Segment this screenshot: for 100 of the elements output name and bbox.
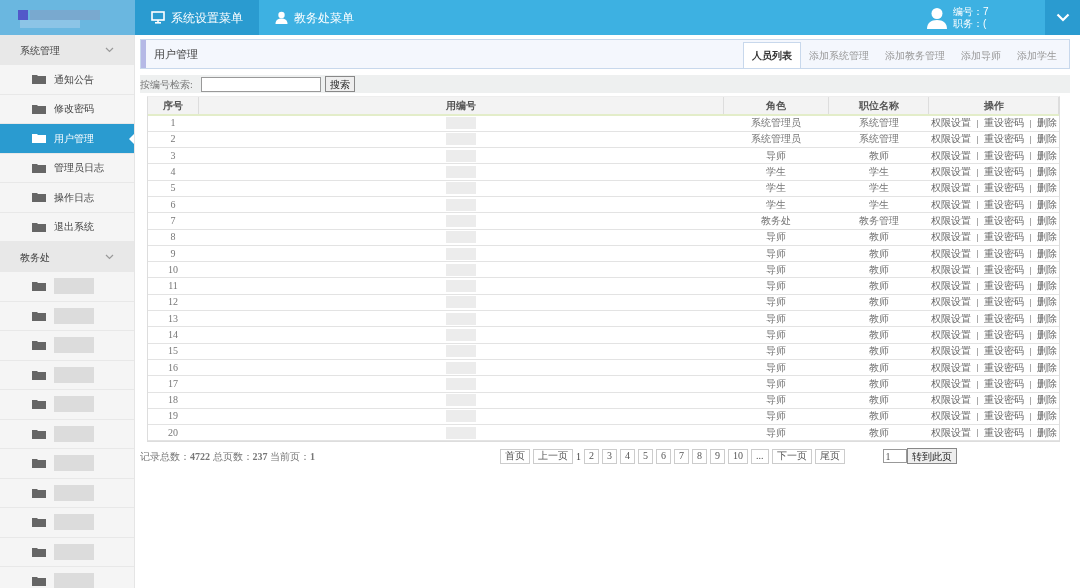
table-cell: 导师 [723,375,829,393]
action-link[interactable]: 权限设置 [930,133,971,145]
page-button[interactable]: 6 [656,448,671,464]
action-link[interactable]: 权限设置 [930,247,971,259]
action-link[interactable]: 权限设置 [930,329,971,340]
action-link[interactable]: 重设密码 [983,117,1024,129]
action-link[interactable]: 删除 [1036,149,1057,161]
page-button[interactable]: 上一页 [533,448,573,464]
action-link[interactable]: 重设密码 [983,296,1024,308]
action-link[interactable]: 重设密码 [983,231,1024,243]
page-button[interactable]: 7 [674,448,689,464]
sidebar-group[interactable]: 系统管理 [0,35,134,65]
action-link[interactable]: 删除 [1036,263,1057,275]
page-input[interactable]: 1 [882,449,907,464]
sidebar-item[interactable]: 管理员日志 [0,153,134,183]
action-link[interactable]: 删除 [1036,345,1057,357]
table-cell: 教师 [828,229,929,246]
dropdown-button[interactable] [1045,0,1080,35]
page-button[interactable]: 3 [602,448,617,464]
action-link[interactable]: 删除 [1036,410,1057,422]
action-link[interactable]: 重设密码 [983,198,1024,210]
page-button[interactable]: 5 [638,448,653,464]
action-link[interactable]: 权限设置 [930,312,971,324]
search-field[interactable] [200,76,321,92]
action-link[interactable]: 重设密码 [983,149,1024,161]
sidebar-item[interactable]: 操作日志 [0,183,134,213]
action-link[interactable]: 删除 [1036,247,1057,259]
action-link[interactable]: 权限设置 [930,263,971,275]
table-cell: 教师 [828,392,929,409]
action-link[interactable]: 重设密码 [983,394,1024,406]
page-button[interactable]: 8 [692,448,707,464]
page-button[interactable]: 10 [728,448,748,464]
action-link[interactable]: 删除 [1036,280,1057,292]
table-cell: 4 [148,163,198,181]
action-link[interactable]: 重设密码 [983,247,1024,259]
action-link[interactable]: 删除 [1036,312,1057,324]
page-button[interactable]: 首页 [500,448,530,464]
action-link[interactable]: 权限设置 [930,149,971,161]
action-link[interactable]: 权限设置 [930,377,971,389]
table-cell: 学生 [828,196,929,213]
action-link[interactable]: 重设密码 [983,426,1024,438]
action-link[interactable]: 删除 [1036,361,1057,373]
action-link[interactable]: 权限设置 [930,117,971,129]
goto-button[interactable]: 转到此页 [906,448,957,465]
action-link[interactable]: 删除 [1036,166,1057,178]
action-link[interactable]: 重设密码 [983,133,1024,145]
sidebar-item[interactable]: 通知公告 [0,65,134,95]
action-link[interactable]: 重设密码 [983,166,1024,178]
action-link[interactable]: 重设密码 [983,280,1024,292]
table-cell: 10 [148,261,198,278]
action-link[interactable]: 删除 [1036,426,1057,438]
action-link[interactable]: 删除 [1036,117,1057,129]
redacted-block [54,425,94,442]
action-link[interactable]: 重设密码 [983,214,1024,226]
action-link[interactable]: 权限设置 [930,410,971,422]
action-link[interactable]: 重设密码 [983,345,1024,357]
tab[interactable]: 人员列表 [743,42,801,68]
table-cell: 教师 [828,261,929,278]
action-link[interactable]: 删除 [1036,394,1057,406]
page-button[interactable]: 9 [710,448,725,464]
page-title: 用户管理 [154,46,198,62]
page-button[interactable]: 尾页 [814,448,845,464]
action-link[interactable]: 删除 [1036,296,1057,308]
page-button[interactable]: 下一页 [771,448,812,464]
action-link[interactable]: 删除 [1036,133,1057,145]
action-link[interactable]: 权限设置 [930,214,971,226]
action-link[interactable]: 权限设置 [930,345,971,357]
action-link[interactable]: 重设密码 [983,312,1024,324]
sidebar-group[interactable]: 教务处 [0,242,134,272]
action-link[interactable]: 权限设置 [930,296,971,308]
action-link[interactable]: 权限设置 [930,280,971,292]
folder-icon [32,517,46,528]
page-button[interactable]: ... [751,448,769,464]
user-role: 职务：( [953,17,988,30]
action-link[interactable]: 删除 [1036,214,1057,226]
action-link[interactable]: 重设密码 [983,263,1024,275]
action-link[interactable]: 权限设置 [930,361,971,373]
action-link[interactable]: 删除 [1036,182,1057,194]
table-cell: 导师 [723,277,829,295]
action-link[interactable]: 权限设置 [930,166,971,178]
action-link[interactable]: 重设密码 [983,410,1024,422]
action-link[interactable]: 删除 [1036,198,1057,210]
action-link[interactable]: 重设密码 [983,361,1024,373]
action-link[interactable]: 权限设置 [930,426,971,438]
action-link[interactable]: 删除 [1036,231,1057,243]
action-link[interactable]: 重设密码 [983,329,1024,340]
action-link[interactable]: 重设密码 [983,377,1024,389]
page-button[interactable]: 4 [620,448,635,464]
action-link[interactable]: 删除 [1036,377,1057,389]
page-button[interactable]: 2 [584,448,599,464]
search-button[interactable]: 搜索 [324,76,355,92]
action-link[interactable]: 删除 [1036,329,1057,340]
action-link[interactable]: 权限设置 [930,231,971,243]
action-link[interactable]: 重设密码 [983,182,1024,194]
table-cell: 18 [148,392,198,409]
action-link[interactable]: 权限设置 [930,394,971,406]
monitor-icon [151,11,165,24]
action-link[interactable]: 权限设置 [930,182,971,194]
action-link[interactable]: 权限设置 [930,198,971,210]
folder-icon [32,310,46,321]
